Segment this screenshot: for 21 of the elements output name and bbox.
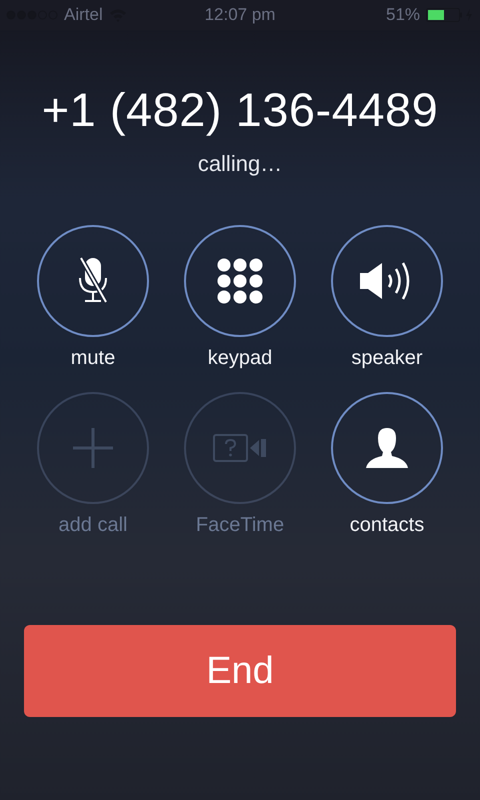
call-option-label: mute xyxy=(70,347,116,370)
end-call-button[interactable]: End xyxy=(24,625,456,717)
call-option-button[interactable] xyxy=(331,392,443,504)
call-option-label: add call xyxy=(58,514,128,537)
call-option-label: speaker xyxy=(351,347,423,370)
call-option-button[interactable] xyxy=(184,225,296,337)
call-option-label: FaceTime xyxy=(196,514,284,537)
video-camera-icon xyxy=(213,433,267,463)
call-option-button[interactable] xyxy=(37,225,149,337)
call-option-button[interactable] xyxy=(331,225,443,337)
battery-percentage: 51% xyxy=(386,5,420,25)
carrier-name: Airtel xyxy=(64,5,103,25)
plus-icon xyxy=(73,428,113,468)
phone-number: +1 (482) 136-4489 xyxy=(42,82,438,137)
call-option-label: contacts xyxy=(350,514,424,537)
clock-time: 12:07 pm xyxy=(204,5,276,25)
call-option-label: keypad xyxy=(208,347,272,370)
person-icon xyxy=(366,428,408,468)
call-status: calling… xyxy=(198,151,282,177)
battery-charging-icon xyxy=(426,8,474,22)
keypad-icon xyxy=(217,258,263,304)
